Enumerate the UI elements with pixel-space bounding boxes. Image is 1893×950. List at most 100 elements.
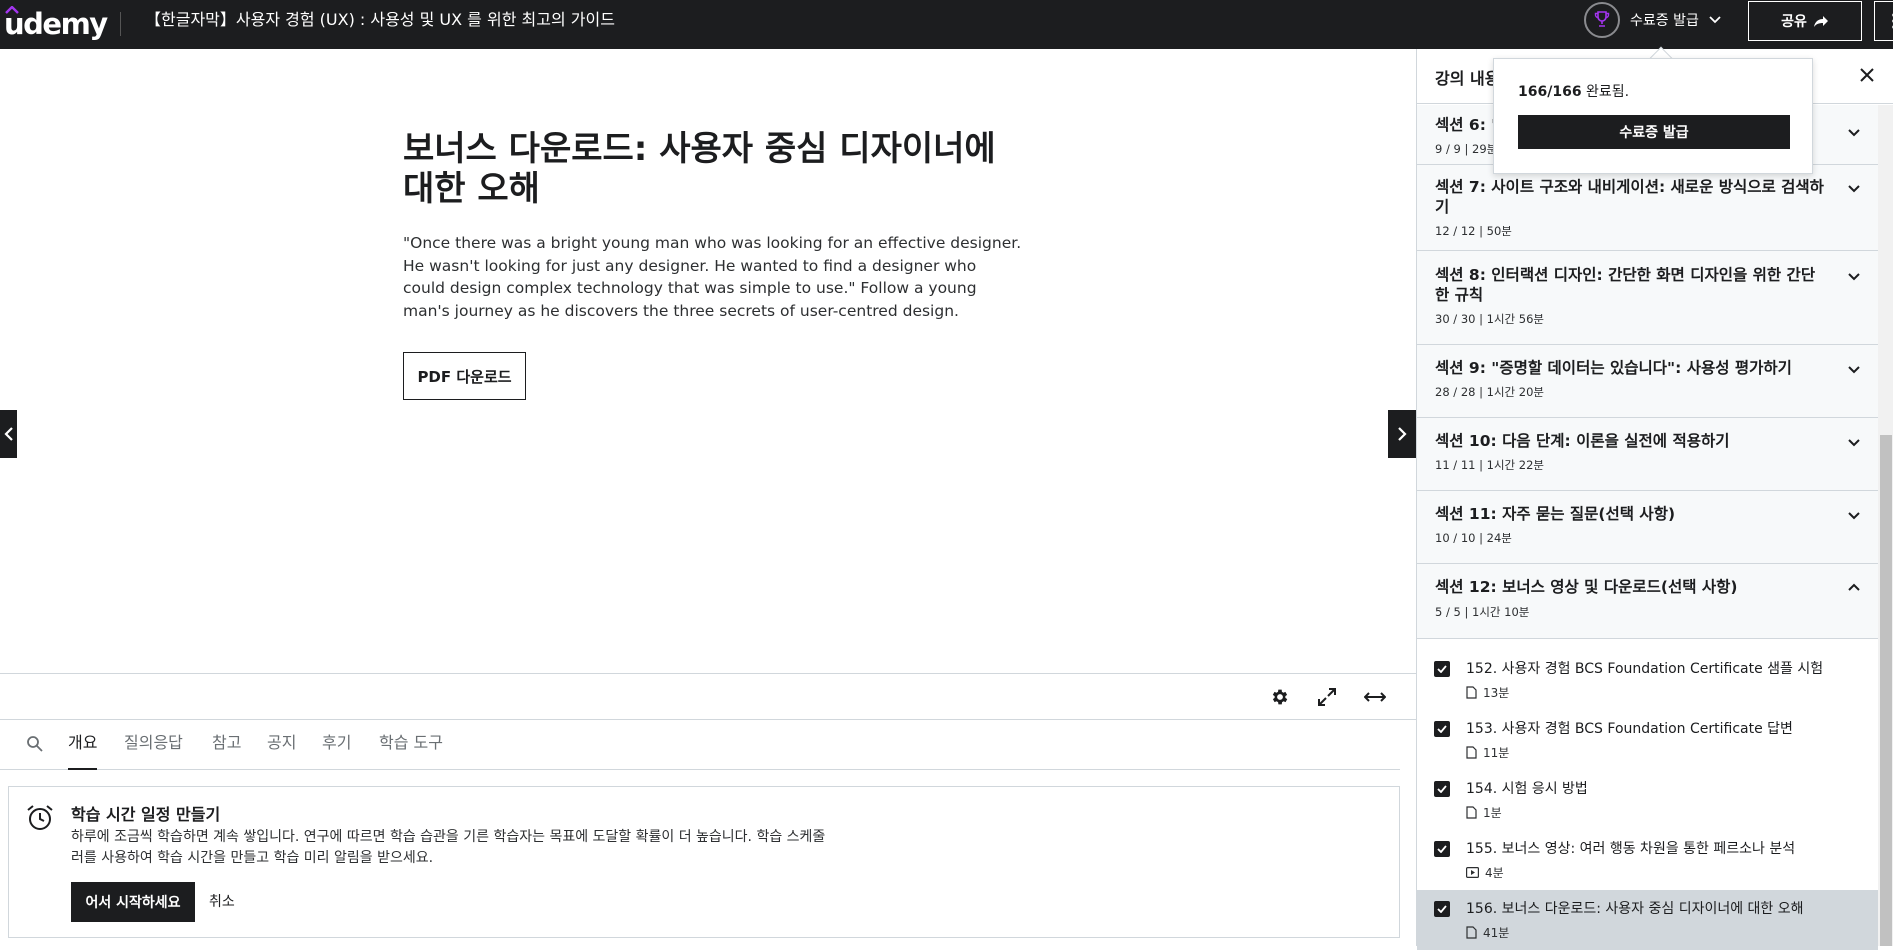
progress-suffix: 완료됨. — [1581, 84, 1630, 100]
lecture-duration: 1분 — [1483, 806, 1502, 820]
progress-text: 166/166 완료됨. — [1518, 81, 1629, 101]
lecture-description: "Once there was a bright young man who w… — [403, 234, 1022, 320]
close-icon[interactable] — [1857, 65, 1877, 85]
tab-qna[interactable]: 질의응답 — [124, 721, 183, 770]
search-button[interactable] — [26, 735, 46, 755]
tab-announcements[interactable]: 공지 — [267, 721, 296, 770]
course-tabs: 개요 질의응답 참고 공지 후기 학습 도구 — [0, 721, 1400, 770]
cancel-button[interactable]: 취소 — [209, 882, 235, 922]
section-title: 섹션 9: "증명할 데이터는 있습니다": 사용성 평가하기 — [1435, 359, 1792, 377]
section-11[interactable]: 섹션 11: 자주 묻는 질문(선택 사항) 10 / 10 | 24분 — [1417, 491, 1878, 564]
lecture-title: 보너스 다운로드: 사용자 중심 디자이너에 대한 오해 — [403, 129, 996, 209]
alarm-clock-icon — [27, 805, 53, 830]
lecture-title: 152. 사용자 경험 BCS Foundation Certificate 샘… — [1466, 661, 1824, 677]
get-certificate-button[interactable]: 수료증 발급 — [1518, 115, 1790, 149]
tab-learning-tools[interactable]: 학습 도구 — [379, 721, 443, 770]
course-title[interactable]: 【한글자막】사용자 경험 (UX) : 사용성 및 UX 를 위한 최고의 가이… — [145, 0, 615, 40]
section-meta: 30 / 30 | 1시간 56분 — [1435, 312, 1544, 326]
learning-reminder-card: 학습 시간 일정 만들기 하루에 조금씩 학습하면 계속 쌓입니다. 연구에 따… — [8, 786, 1400, 938]
top-navigation-bar: Udemy 【한글자막】사용자 경험 (UX) : 사용성 및 UX 를 위한 … — [0, 0, 1893, 49]
section-10[interactable]: 섹션 10: 다음 단계: 이론을 실전에 적용하기 11 / 11 | 1시간… — [1417, 418, 1878, 491]
tab-notes[interactable]: 참고 — [212, 721, 241, 770]
udemy-logo[interactable]: Udemy — [4, 6, 108, 42]
sidebar-title: 강의 내용 — [1435, 69, 1500, 88]
chevron-down-icon — [1848, 512, 1860, 520]
progress-count: 166/166 — [1518, 84, 1582, 100]
lecture-meta: 1분 — [1466, 804, 1502, 821]
chevron-right-icon — [1398, 427, 1407, 441]
section-meta: 28 / 28 | 1시간 20분 — [1435, 385, 1544, 399]
horizontal-arrows-icon — [1364, 692, 1386, 702]
more-options-button[interactable] — [1874, 1, 1893, 41]
certificate-popup: 166/166 완료됨. 수료증 발급 — [1493, 58, 1813, 174]
previous-lecture-button[interactable] — [0, 410, 17, 458]
expand-icon — [1318, 688, 1336, 706]
chevron-down-icon — [1848, 185, 1860, 193]
section-9[interactable]: 섹션 9: "증명할 데이터는 있습니다": 사용성 평가하기 28 / 28 … — [1417, 345, 1878, 418]
completed-checkbox[interactable] — [1434, 721, 1450, 737]
chevron-down-icon — [1848, 129, 1860, 137]
start-schedule-button[interactable]: 어서 시작하세요 — [71, 882, 195, 922]
expanded-view-button[interactable] — [1362, 684, 1388, 710]
chevron-down-icon — [1848, 273, 1860, 281]
schedule-title: 학습 시간 일정 만들기 — [71, 805, 221, 824]
document-icon — [1466, 686, 1477, 699]
share-button[interactable]: 공유 — [1748, 1, 1862, 41]
settings-button[interactable] — [1267, 684, 1293, 710]
section-title: 섹션 11: 자주 묻는 질문(선택 사항) — [1435, 505, 1676, 523]
logo-text: Udemy — [4, 7, 108, 41]
lecture-item-152[interactable]: 152. 사용자 경험 BCS Foundation Certificate 샘… — [1417, 650, 1878, 710]
fullscreen-button[interactable] — [1314, 684, 1340, 710]
scrollbar-thumb[interactable] — [1880, 435, 1892, 946]
chevron-down-icon — [1848, 439, 1860, 447]
section-12[interactable]: 섹션 12: 보너스 영상 및 다운로드(선택 사항) 5 / 5 | 1시간 … — [1417, 564, 1878, 639]
chevron-left-icon — [3, 427, 13, 441]
sidebar-scrollbar[interactable] — [1878, 105, 1893, 946]
section-title: 섹션 12: 보너스 영상 및 다운로드(선택 사항) — [1435, 578, 1738, 596]
share-arrow-icon — [1813, 15, 1828, 27]
certificate-label: 수료증 발급 — [1630, 13, 1699, 29]
lecture-meta: 4분 — [1466, 864, 1504, 881]
next-lecture-button[interactable] — [1388, 410, 1416, 458]
certificate-dropdown[interactable]: 수료증 발급 — [1584, 0, 1721, 40]
tab-reviews[interactable]: 후기 — [322, 721, 351, 770]
lecture-title: 154. 시험 응시 방법 — [1466, 781, 1588, 797]
section-meta: 10 / 10 | 24분 — [1435, 531, 1512, 545]
checkmark-icon — [1437, 665, 1447, 673]
checkmark-icon — [1437, 845, 1447, 853]
completed-checkbox[interactable] — [1434, 661, 1450, 677]
section-meta: 12 / 12 | 50분 — [1435, 224, 1512, 238]
lecture-duration: 41분 — [1483, 926, 1510, 940]
completed-checkbox[interactable] — [1434, 901, 1450, 917]
section-7[interactable]: 섹션 7: 사이트 구조와 내비게이션: 새로운 방식으로 검색하기 12 / … — [1417, 165, 1878, 251]
viewer-controls-bar — [0, 673, 1416, 720]
lecture-meta: 13분 — [1466, 684, 1509, 701]
section-meta: 9 / 9 | 29분 — [1435, 142, 1498, 156]
lecture-item-156-current[interactable]: 156. 보너스 다운로드: 사용자 중심 디자이너에 대한 오해 41분 — [1417, 890, 1878, 950]
completed-checkbox[interactable] — [1434, 841, 1450, 857]
lecture-item-154[interactable]: 154. 시험 응시 방법 1분 — [1417, 770, 1878, 830]
trophy-icon — [1594, 11, 1610, 27]
share-label: 공유 — [1781, 14, 1807, 30]
section-title: 섹션 10: 다음 단계: 이론을 실전에 적용하기 — [1435, 432, 1730, 450]
checkmark-icon — [1437, 785, 1447, 793]
section-meta: 5 / 5 | 1시간 10분 — [1435, 605, 1530, 619]
lecture-title: 156. 보너스 다운로드: 사용자 중심 디자이너에 대한 오해 — [1466, 901, 1804, 917]
schedule-description: 하루에 조금씩 학습하면 계속 쌓입니다. 연구에 따르면 학습 습관을 기른 … — [71, 829, 826, 866]
lecture-duration: 13분 — [1483, 686, 1510, 700]
lecture-title: 153. 사용자 경험 BCS Foundation Certificate 답… — [1466, 721, 1793, 737]
course-content-sidebar: 강의 내용 섹션 6: " 9 / 9 | 29분 섹션 7: 사이트 구조와 … — [1416, 49, 1893, 950]
lecture-item-153[interactable]: 153. 사용자 경험 BCS Foundation Certificate 답… — [1417, 710, 1878, 770]
lecture-title: 155. 보너스 영상: 여러 행동 차원을 통한 페르소나 분석 — [1466, 841, 1796, 857]
section-title: 섹션 7: 사이트 구조와 내비게이션: 새로운 방식으로 검색하기 — [1435, 178, 1824, 216]
lecture-meta: 11분 — [1466, 744, 1509, 761]
chevron-up-icon — [1848, 583, 1860, 591]
pdf-download-button[interactable]: PDF 다운로드 — [403, 352, 526, 400]
tab-overview[interactable]: 개요 — [68, 721, 98, 770]
chevron-down-icon — [1709, 16, 1721, 24]
chevron-down-icon — [1848, 366, 1860, 374]
section-8[interactable]: 섹션 8: 인터랙션 디자인: 간단한 화면 디자인을 위한 간단한 규칙 30… — [1417, 251, 1878, 345]
lecture-item-155[interactable]: 155. 보너스 영상: 여러 행동 차원을 통한 페르소나 분석 4분 — [1417, 830, 1878, 890]
completed-checkbox[interactable] — [1434, 781, 1450, 797]
video-icon — [1466, 867, 1479, 878]
